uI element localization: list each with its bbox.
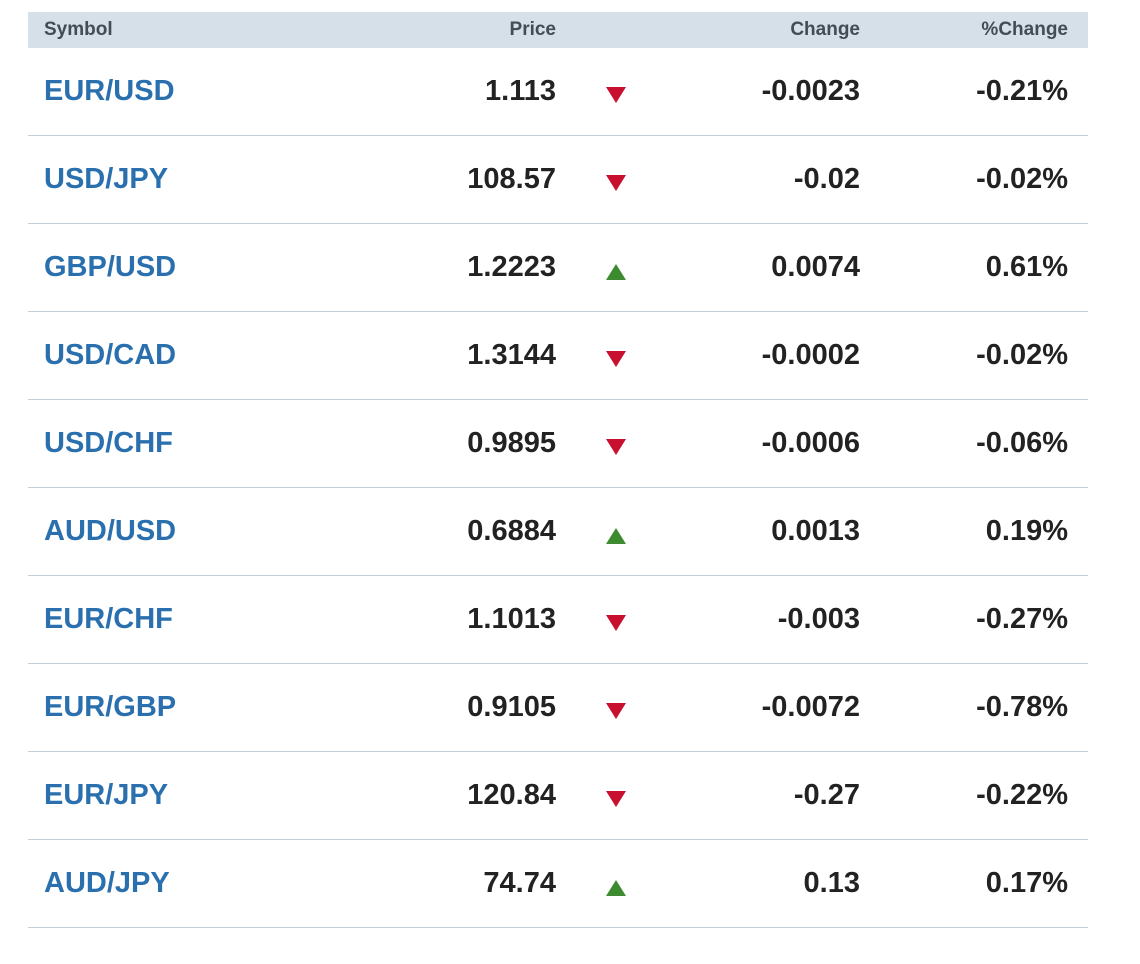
symbol-cell: EUR/GBP	[28, 691, 408, 724]
symbol-cell: GBP/USD	[28, 251, 408, 284]
price-cell: 0.6884	[467, 515, 556, 547]
symbol-cell: USD/JPY	[28, 163, 408, 196]
table-body: EUR/USD 1.113 -0.0023 -0.21% USD/JPY 108…	[28, 48, 1088, 928]
table-row: USD/CAD 1.3144 -0.0002 -0.02%	[28, 312, 1088, 400]
change-cell: 0.13	[803, 867, 860, 899]
down-arrow-icon	[606, 790, 626, 807]
table-header: Symbol Price Change %Change	[28, 12, 1088, 48]
table-row: GBP/USD 1.2223 0.0074 0.61%	[28, 224, 1088, 312]
symbol-cell: USD/CAD	[28, 339, 408, 372]
symbol-cell: AUD/JPY	[28, 867, 408, 900]
column-header-pct-change[interactable]: %Change	[860, 19, 1068, 41]
price-cell: 0.9895	[467, 427, 556, 459]
symbol-cell: USD/CHF	[28, 427, 408, 460]
change-cell: -0.27	[793, 779, 860, 811]
price-cell: 1.113	[485, 75, 556, 107]
symbol-link[interactable]: USD/CHF	[44, 427, 173, 459]
column-header-symbol[interactable]: Symbol	[28, 19, 408, 41]
symbol-cell: AUD/USD	[28, 515, 408, 548]
table-row: EUR/CHF 1.1013 -0.003 -0.27%	[28, 576, 1088, 664]
change-cell: -0.0023	[761, 75, 860, 107]
table-row: EUR/GBP 0.9105 -0.0072 -0.78%	[28, 664, 1088, 752]
symbol-link[interactable]: EUR/CHF	[44, 603, 173, 635]
change-cell: -0.0072	[761, 691, 860, 723]
pct-change-cell: 0.17%	[985, 867, 1068, 899]
table-row: EUR/USD 1.113 -0.0023 -0.21%	[28, 48, 1088, 136]
change-cell: -0.0006	[761, 427, 860, 459]
price-cell: 120.84	[467, 779, 556, 811]
change-cell: 0.0013	[771, 515, 860, 547]
currency-table: Symbol Price Change %Change EUR/USD 1.11…	[28, 12, 1088, 928]
up-arrow-icon	[606, 879, 626, 896]
symbol-cell: EUR/USD	[28, 75, 408, 108]
table-row: USD/JPY 108.57 -0.02 -0.02%	[28, 136, 1088, 224]
change-cell: -0.02	[793, 163, 860, 195]
direction-cell	[556, 81, 676, 103]
table-row: AUD/USD 0.6884 0.0013 0.19%	[28, 488, 1088, 576]
pct-change-cell: -0.06%	[976, 427, 1068, 459]
table-row: EUR/JPY 120.84 -0.27 -0.22%	[28, 752, 1088, 840]
down-arrow-icon	[606, 350, 626, 367]
column-header-change[interactable]: Change	[676, 19, 860, 41]
down-arrow-icon	[606, 702, 626, 719]
down-arrow-icon	[606, 86, 626, 103]
price-cell: 1.2223	[467, 251, 556, 283]
symbol-cell: EUR/JPY	[28, 779, 408, 812]
direction-cell	[556, 520, 676, 544]
direction-cell	[556, 169, 676, 191]
up-arrow-icon	[606, 527, 626, 544]
symbol-link[interactable]: AUD/USD	[44, 515, 176, 547]
change-cell: -0.003	[777, 603, 860, 635]
column-header-price[interactable]: Price	[408, 19, 556, 41]
pct-change-cell: 0.19%	[985, 515, 1068, 547]
table-row: USD/CHF 0.9895 -0.0006 -0.06%	[28, 400, 1088, 488]
price-cell: 1.3144	[467, 339, 556, 371]
direction-cell	[556, 345, 676, 367]
pct-change-cell: -0.27%	[976, 603, 1068, 635]
symbol-link[interactable]: EUR/USD	[44, 75, 175, 107]
price-cell: 108.57	[467, 163, 556, 195]
price-cell: 0.9105	[467, 691, 556, 723]
change-cell: -0.0002	[761, 339, 860, 371]
direction-cell	[556, 785, 676, 807]
symbol-cell: EUR/CHF	[28, 603, 408, 636]
direction-cell	[556, 872, 676, 896]
symbol-link[interactable]: EUR/GBP	[44, 691, 176, 723]
up-arrow-icon	[606, 263, 626, 280]
symbol-link[interactable]: AUD/JPY	[44, 867, 170, 899]
down-arrow-icon	[606, 174, 626, 191]
pct-change-cell: 0.61%	[985, 251, 1068, 283]
pct-change-cell: -0.02%	[976, 163, 1068, 195]
pct-change-cell: -0.02%	[976, 339, 1068, 371]
change-cell: 0.0074	[771, 251, 860, 283]
symbol-link[interactable]: USD/CAD	[44, 339, 176, 371]
direction-cell	[556, 609, 676, 631]
symbol-link[interactable]: EUR/JPY	[44, 779, 168, 811]
symbol-link[interactable]: USD/JPY	[44, 163, 168, 195]
direction-cell	[556, 433, 676, 455]
direction-cell	[556, 256, 676, 280]
down-arrow-icon	[606, 614, 626, 631]
direction-cell	[556, 697, 676, 719]
pct-change-cell: -0.21%	[976, 75, 1068, 107]
symbol-link[interactable]: GBP/USD	[44, 251, 176, 283]
down-arrow-icon	[606, 438, 626, 455]
price-cell: 1.1013	[467, 603, 556, 635]
table-row: AUD/JPY 74.74 0.13 0.17%	[28, 840, 1088, 928]
price-cell: 74.74	[483, 867, 556, 899]
pct-change-cell: -0.22%	[976, 779, 1068, 811]
pct-change-cell: -0.78%	[976, 691, 1068, 723]
